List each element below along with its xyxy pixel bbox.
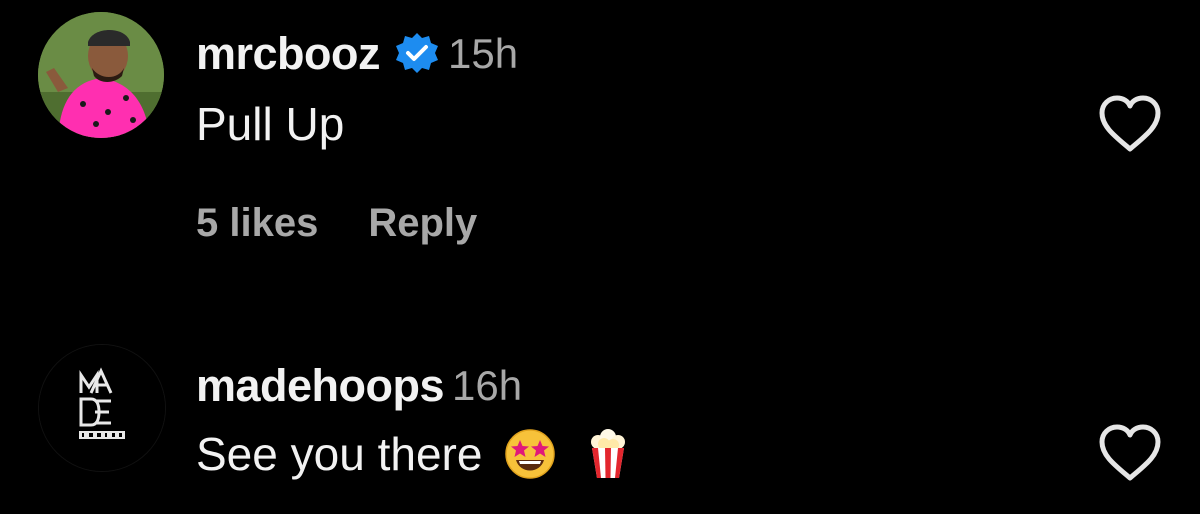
comment-text: See you there [196, 424, 634, 484]
reply-button[interactable]: Reply [368, 201, 477, 246]
comment-timestamp: 15h [448, 30, 519, 77]
comment-header: madehoops 16h [196, 356, 522, 416]
likes-count[interactable]: 5 likes [196, 201, 318, 246]
comment-text: Pull Up [196, 94, 344, 154]
comment-item: mrcbooz 15h Pull Up 5 likes Reply [0, 0, 1200, 300]
madehoops-logo [39, 345, 165, 471]
comment-text-content: See you there [196, 428, 483, 480]
comment-meta: 5 likes Reply [196, 198, 477, 248]
avatar[interactable] [38, 344, 166, 472]
username[interactable]: madehoops [196, 360, 445, 412]
comment-item: madehoops 16h See you there [0, 330, 1200, 514]
heart-outline-icon[interactable] [1098, 424, 1162, 482]
star-struck-emoji-icon [504, 428, 556, 480]
verified-badge-icon [394, 31, 440, 77]
heart-outline-icon[interactable] [1098, 95, 1162, 153]
avatar[interactable] [38, 12, 164, 138]
username[interactable]: mrcbooz [196, 28, 381, 80]
comment-timestamp: 16h [452, 362, 523, 409]
avatar-photo [38, 12, 164, 138]
popcorn-emoji-icon [582, 428, 634, 480]
comment-text-content: Pull Up [196, 98, 345, 150]
comment-header: mrcbooz 15h [196, 24, 518, 84]
